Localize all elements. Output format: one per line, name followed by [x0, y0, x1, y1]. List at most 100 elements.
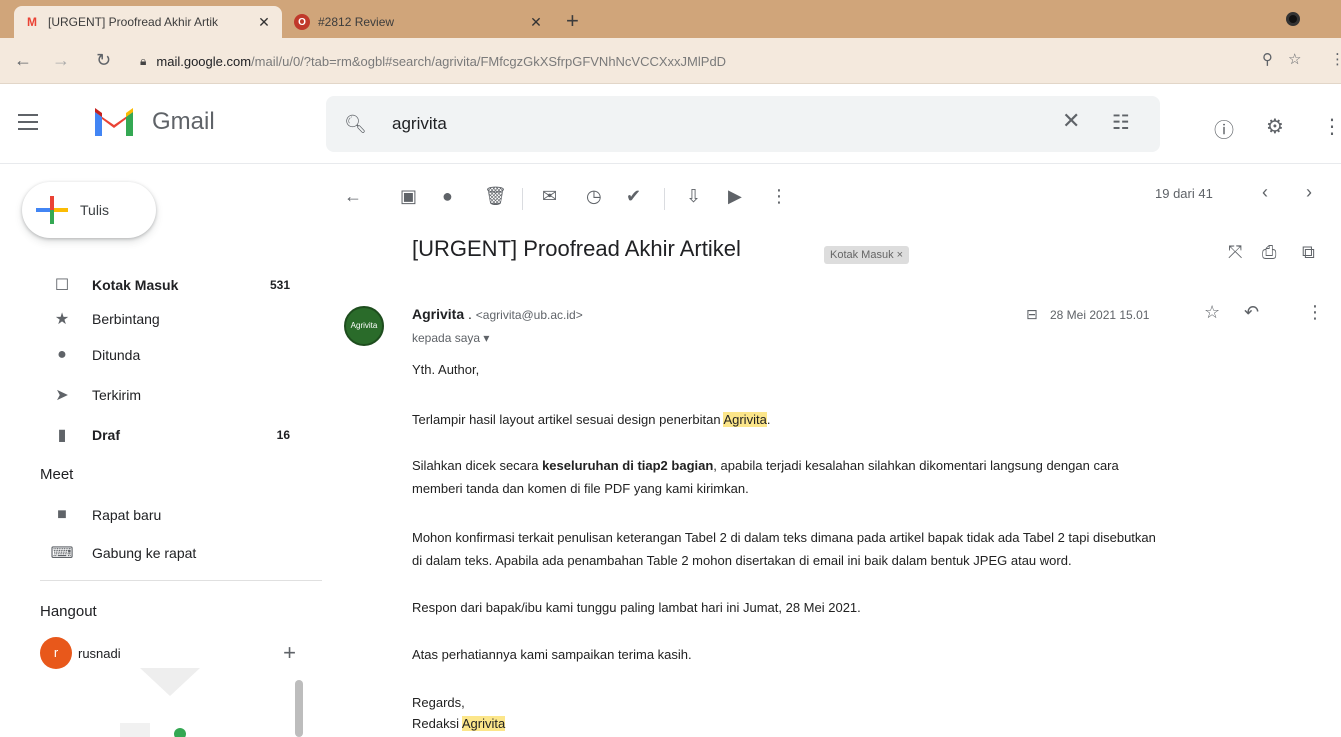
forward-icon[interactable]: → [52, 50, 70, 71]
open-new-window-icon[interactable]: ⧉ [1302, 242, 1315, 263]
reload-icon[interactable]: ↻ [96, 50, 111, 71]
send-icon: ➤ [55, 387, 69, 404]
sidebar-item-label: Rapat baru [92, 507, 162, 523]
pagination-count: 19 dari 41 [1155, 186, 1213, 201]
search-bar: 🔍︎ ✕ ☷ [326, 96, 1160, 152]
clock-icon: ● [57, 346, 67, 363]
close-tab-icon[interactable]: ✕ [528, 14, 544, 31]
tab-title: #2812 Review [318, 15, 395, 29]
more-actions-icon[interactable]: ⋮ [770, 186, 788, 207]
back-icon[interactable]: ← [14, 50, 32, 71]
hangout-user[interactable]: r rusnadi + [40, 637, 310, 669]
sidebar-item-label: Berbintang [92, 311, 160, 327]
browser-tab-gmail[interactable]: M [URGENT] Proofread Akhir Artik ✕ [14, 6, 282, 38]
body-paragraph-2-line-2: memberi tanda dan komen di file PDF yang… [412, 481, 749, 496]
body-signature: Redaksi Agrivita [412, 716, 506, 731]
sidebar-item-label: Kotak Masuk [92, 277, 179, 293]
search-icon[interactable]: 🔍︎ [344, 114, 367, 135]
sidebar-scrollbar[interactable] [295, 680, 303, 737]
url-bar[interactable]: 🔒︎ mail.google.com/mail/u/0/?tab=rm&ogbl… [140, 46, 1280, 76]
older-message-icon[interactable]: › [1306, 182, 1312, 203]
compose-plus-icon [34, 192, 70, 228]
help-icon[interactable]: ⓘ [1214, 114, 1234, 143]
print-icon[interactable]: ⎙ [1262, 242, 1276, 263]
avatar: r [40, 637, 72, 669]
reply-icon[interactable]: ↶ [1244, 302, 1259, 323]
sender-info: Agrivita . <agrivita@ub.ac.id> [412, 306, 583, 322]
gmail-logo-icon[interactable] [92, 104, 136, 138]
gear-icon[interactable]: ⚙ [1266, 114, 1284, 139]
search-highlight: Agrivita [723, 412, 767, 427]
tab-title: [URGENT] Proofread Akhir Artik [48, 15, 219, 29]
unread-count: 531 [269, 278, 290, 292]
sidebar-item-join-meeting[interactable]: ⌨ Gabung ke rapat [0, 538, 310, 568]
body-greeting: Yth. Author, [412, 362, 480, 377]
sidebar-item-inbox[interactable]: ☐ Kotak Masuk 531 [0, 270, 310, 300]
sidebar-item-starred[interactable]: ★ Berbintang [0, 304, 310, 334]
sidebar-item-new-meeting[interactable]: ■ Rapat baru [0, 500, 310, 530]
zoom-icon[interactable]: ⚲ [1262, 50, 1273, 68]
body-paragraph-5: Atas perhatiannya kami sampaikan terima … [412, 647, 692, 662]
snooze-icon[interactable]: ◷ [586, 186, 602, 207]
label-chip[interactable]: Kotak Masuk × [824, 246, 910, 264]
report-spam-icon[interactable]: ● [442, 186, 453, 207]
clear-search-icon[interactable]: ✕ [1062, 108, 1080, 134]
attachment-icon: ⊟ [1026, 306, 1038, 322]
apps-icon[interactable]: ⋮ [1322, 114, 1341, 139]
body-text: , apabila terjadi kesalahan silahkan dik… [713, 458, 1119, 473]
review-favicon-icon: O [294, 14, 310, 30]
body-paragraph-1: Terlampir hasil layout artikel sesuai de… [412, 412, 770, 427]
browser-tabstrip: M [URGENT] Proofread Akhir Artik ✕ O #28… [0, 0, 1341, 38]
bookmark-star-icon[interactable]: ☆ [1288, 50, 1301, 68]
recipient-details[interactable]: kepada saya ▾ [412, 331, 489, 345]
sidebar-item-drafts[interactable]: ▮ Draf 16 [0, 420, 310, 450]
add-task-icon[interactable]: ✔ [626, 186, 641, 207]
delete-icon[interactable]: 🗑︎ [484, 186, 507, 207]
add-hangout-icon[interactable]: + [283, 640, 296, 666]
sender-name: Agrivita [412, 306, 465, 322]
search-input[interactable] [392, 110, 992, 138]
draft-count: 16 [276, 428, 290, 442]
label-icon[interactable]: ▶ [728, 186, 742, 207]
browser-menu-icon[interactable]: ⋮ [1330, 50, 1341, 68]
body-paragraph-3-line-2: di dalam teks. Apabila ada penambahan Ta… [412, 553, 1072, 568]
body-paragraph-3: Mohon konfirmasi terkait penulisan keter… [412, 530, 1156, 545]
body-paragraph-4: Respon dari bapak/ibu kami tunggu paling… [412, 600, 861, 615]
sidebar-item-label: Terkirim [92, 387, 141, 403]
gmail-favicon-icon: M [27, 15, 37, 29]
gmail-header: Gmail 🔍︎ ✕ ☷ ⓘ ⚙ ⋮ [0, 84, 1341, 164]
newer-message-icon[interactable]: ‹ [1262, 182, 1268, 203]
hangout-user-name: rusnadi [78, 645, 121, 661]
star-icon[interactable]: ☆ [1204, 302, 1220, 323]
search-highlight: Agrivita [461, 716, 506, 731]
close-tab-icon[interactable]: ✕ [256, 14, 272, 31]
compose-button[interactable]: Tulis [22, 182, 156, 238]
url-path: /mail/u/0/?tab=rm&ogbl#search/agrivita/F… [251, 53, 727, 69]
toolbar-divider [664, 188, 665, 210]
inbox-icon: ☐ [54, 277, 70, 294]
draft-icon: ▮ [57, 427, 67, 444]
sidebar-item-sent[interactable]: ➤ Terkirim [0, 380, 310, 410]
move-to-icon[interactable]: ⇩ [686, 186, 701, 207]
body-text: Terlampir hasil layout artikel sesuai de… [412, 412, 724, 427]
body-text: Silahkan dicek secara [412, 458, 543, 473]
expand-all-icon[interactable]: ⤧ [1228, 242, 1242, 263]
sidebar-item-snoozed[interactable]: ● Ditunda [0, 340, 310, 370]
message-date: 28 Mei 2021 15.01 [1050, 308, 1150, 322]
browser-tab-review[interactable]: O #2812 Review ✕ [284, 6, 554, 38]
archive-icon[interactable]: ▣ [400, 186, 417, 207]
new-tab-button[interactable]: + [566, 8, 579, 34]
video-icon: ■ [57, 506, 67, 523]
star-icon: ★ [54, 311, 70, 328]
record-icon[interactable] [1286, 12, 1300, 26]
hangout-illustration [120, 668, 200, 737]
gmail-brand: Gmail [152, 108, 215, 135]
mark-unread-icon[interactable]: ✉ [542, 186, 557, 207]
body-text: Redaksi [412, 716, 462, 731]
main-menu-icon[interactable] [18, 114, 38, 130]
compose-label: Tulis [80, 202, 110, 218]
search-options-icon[interactable]: ☷ [1112, 110, 1130, 135]
message-more-icon[interactable]: ⋮ [1306, 302, 1324, 323]
meet-title: Meet [40, 466, 74, 483]
back-to-list-icon[interactable]: ← [344, 186, 362, 207]
